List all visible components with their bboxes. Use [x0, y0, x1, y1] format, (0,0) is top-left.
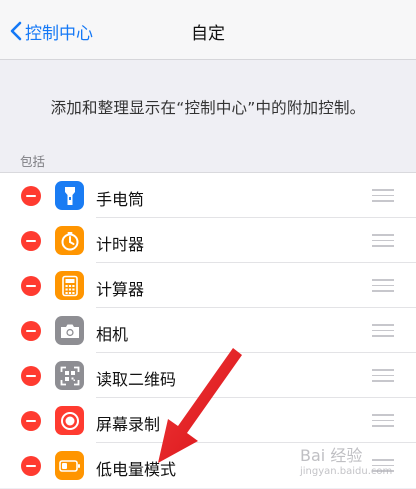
page-title: 自定 [191, 24, 225, 44]
item-label: 相机 [96, 325, 129, 344]
reorder-handle[interactable] [372, 414, 394, 427]
reorder-handle[interactable] [372, 189, 394, 202]
list-item: 计算器 [0, 263, 416, 308]
description-text: 添加和整理显示在“控制中心”中的附加控制。 [50, 99, 366, 117]
list-item: 计时器 [0, 218, 416, 263]
item-label: 读取二维码 [96, 370, 177, 389]
section-header-included: 包括 [20, 154, 46, 169]
calculator-icon [55, 271, 84, 300]
timer-icon [55, 226, 84, 255]
screen-record-icon [55, 406, 84, 435]
list-item: 手电筒 [0, 173, 416, 218]
flashlight-icon [55, 181, 84, 210]
item-label: 屏幕录制 [96, 415, 161, 434]
watermark-line1: Bai 经验 [300, 446, 363, 465]
remove-button[interactable] [21, 456, 41, 476]
navigation-bar: 控制中心 自定 [0, 0, 416, 60]
remove-button[interactable] [21, 186, 41, 206]
qr-code-icon [55, 361, 84, 390]
reorder-handle[interactable] [372, 324, 394, 337]
list-item: 相机 [0, 308, 416, 353]
item-label: 低电量模式 [96, 460, 177, 479]
watermark-line2: jingyan.baidu.com [300, 466, 393, 477]
list-item: 屏幕录制 [0, 398, 416, 443]
watermark-logo: Bai 经验 jingyan.baidu.com [300, 442, 392, 477]
item-label: 计时器 [96, 235, 145, 254]
list-item: 读取二维码 [0, 353, 416, 398]
remove-button[interactable] [21, 366, 41, 386]
item-label: 计算器 [96, 280, 145, 299]
reorder-handle[interactable] [372, 279, 394, 292]
item-label: 手电筒 [96, 190, 145, 209]
reorder-handle[interactable] [372, 234, 394, 247]
battery-icon [55, 451, 84, 480]
reorder-handle[interactable] [372, 369, 394, 382]
remove-button[interactable] [21, 321, 41, 341]
remove-button[interactable] [21, 276, 41, 296]
included-controls-list: 手电筒 计时器 计算器 相机 读取二维码 屏幕录制 低电量模式 [0, 172, 416, 488]
remove-button[interactable] [21, 411, 41, 431]
camera-icon [55, 316, 84, 345]
remove-button[interactable] [21, 231, 41, 251]
